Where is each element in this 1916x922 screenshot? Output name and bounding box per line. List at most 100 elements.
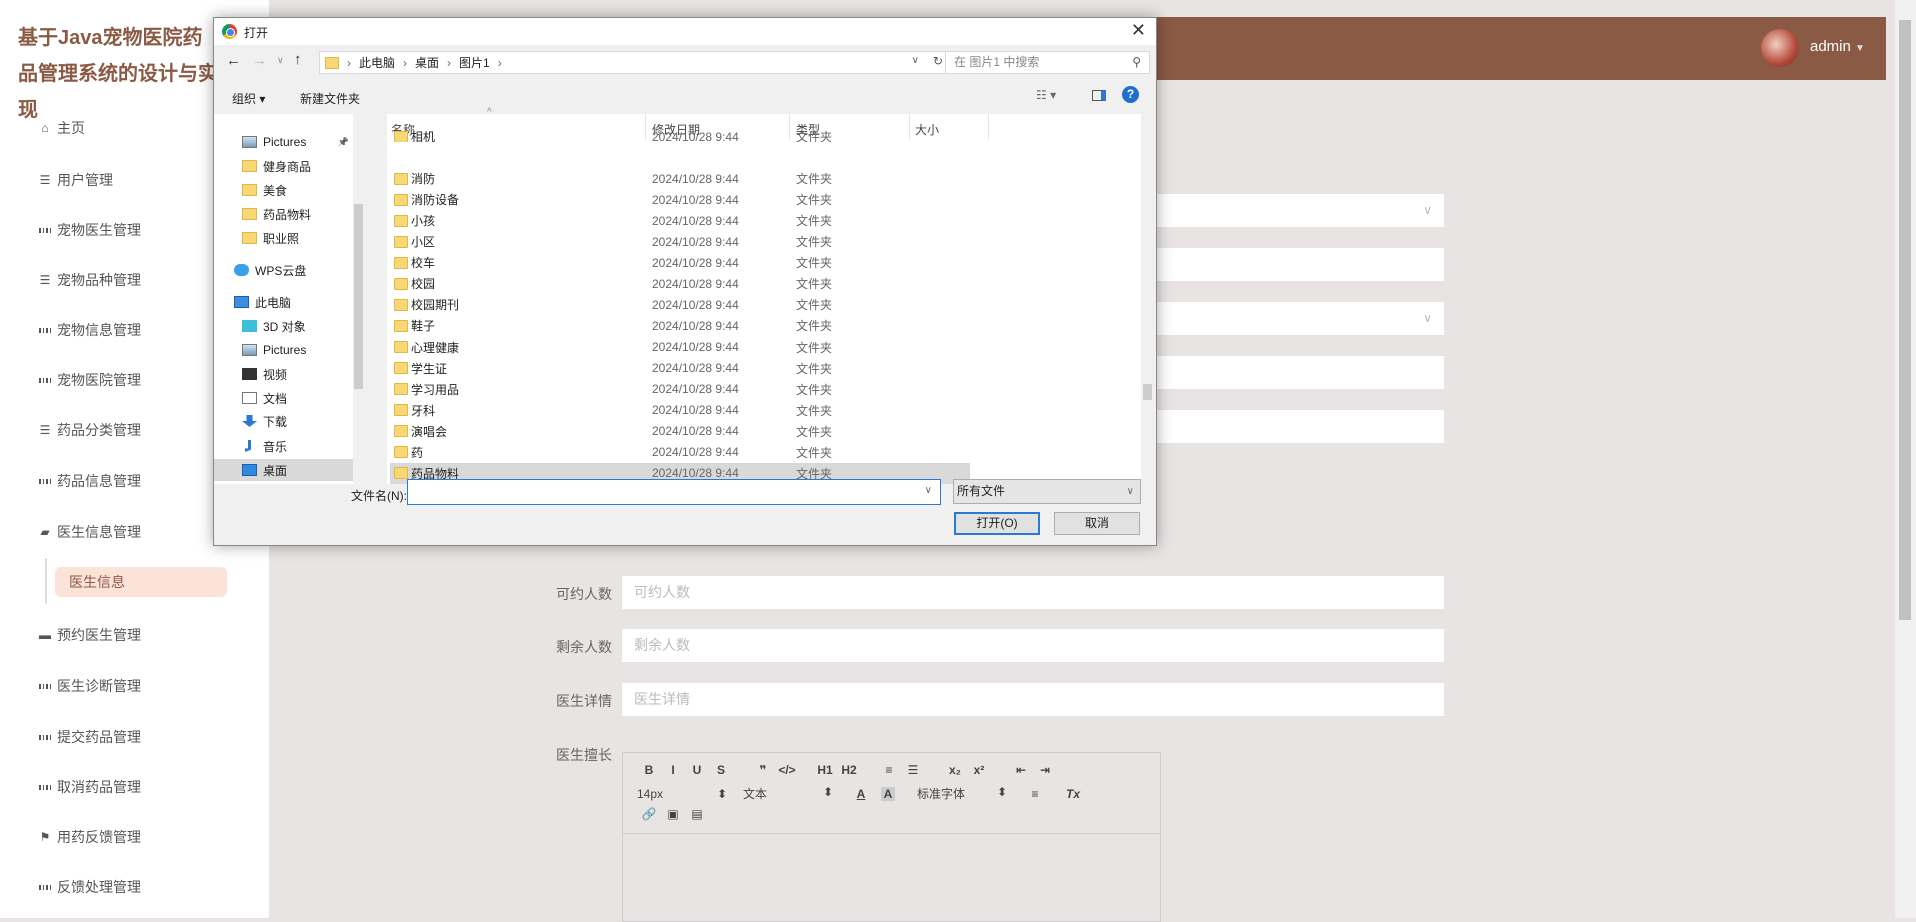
new-folder-button[interactable]: 新建文件夹: [300, 90, 360, 107]
sidebar-item[interactable]: 医生诊断管理: [39, 673, 141, 699]
toolbar-button[interactable]: B: [637, 763, 661, 777]
chevron-down-icon[interactable]: ∨: [925, 485, 932, 496]
file-row[interactable]: 鞋子 2024/10/28 9:44 文件夹: [390, 315, 970, 336]
nav-item[interactable]: 桌面: [214, 459, 353, 481]
nav-item[interactable]: 文档: [214, 387, 353, 409]
preview-pane-icon[interactable]: [1092, 90, 1106, 101]
toolbar-button[interactable]: ⇤: [1009, 763, 1033, 777]
filename-input[interactable]: ∨: [407, 479, 941, 505]
toolbar-button[interactable]: ≡: [877, 763, 901, 777]
font-size-select[interactable]: 14px ⬍: [637, 787, 727, 801]
toolbar-button[interactable]: ❞: [751, 763, 775, 777]
cancel-button[interactable]: 取消: [1054, 512, 1140, 535]
background-color-icon[interactable]: A: [881, 786, 895, 801]
file-row[interactable]: 学习用品 2024/10/28 9:44 文件夹: [390, 379, 970, 400]
nav-item[interactable]: Pictures 📌: [214, 131, 353, 153]
nav-item[interactable]: 此电脑: [214, 291, 353, 313]
file-row[interactable]: 学生证 2024/10/28 9:44 文件夹: [390, 358, 970, 379]
sidebar-item[interactable]: 宠物信息管理: [39, 317, 141, 343]
sidebar-item[interactable]: ⚑ 用药反馈管理: [39, 824, 141, 850]
user-menu[interactable]: admin ▼: [1810, 38, 1865, 55]
nav-item[interactable]: WPS云盘: [214, 259, 353, 281]
sidebar-item[interactable]: ☰ 药品分类管理: [39, 417, 141, 443]
toolbar-button[interactable]: </>: [775, 763, 799, 777]
sidebar-item[interactable]: 宠物医院管理: [39, 367, 141, 393]
nav-item[interactable]: 职业照: [214, 227, 353, 249]
toolbar-button[interactable]: H1: [813, 763, 837, 777]
video-icon[interactable]: ▤: [685, 807, 709, 821]
sidebar-item[interactable]: ☰ 宠物品种管理: [39, 267, 141, 293]
nav-item[interactable]: 药品物料: [214, 203, 353, 225]
toolbar-button[interactable]: x₂: [943, 763, 967, 777]
file-row[interactable]: 校园 2024/10/28 9:44 文件夹: [390, 273, 970, 294]
nav-scrollbar[interactable]: [353, 114, 364, 484]
file-list-scrollbar[interactable]: [1141, 114, 1154, 484]
sidebar-item[interactable]: ☰ 用户管理: [39, 167, 113, 193]
sidebar-item[interactable]: 药品信息管理: [39, 468, 141, 494]
sidebar-item[interactable]: ▬ 预约医生管理: [39, 622, 141, 648]
sidebar-item[interactable]: 宠物医生管理: [39, 217, 141, 243]
toolbar-button[interactable]: I: [661, 763, 685, 777]
font-color-icon[interactable]: A: [849, 787, 873, 801]
organize-button[interactable]: 组织 ▾: [232, 90, 265, 107]
link-icon[interactable]: 🔗: [637, 807, 661, 821]
file-row[interactable]: 心理健康 2024/10/28 9:44 文件夹: [390, 337, 970, 358]
toolbar-button[interactable]: H2: [837, 763, 861, 777]
toolbar-button[interactable]: U: [685, 763, 709, 777]
toolbar-button[interactable]: x²: [967, 763, 991, 777]
page-scrollbar[interactable]: [1895, 0, 1916, 918]
file-row[interactable]: 校园期刊 2024/10/28 9:44 文件夹: [390, 294, 970, 315]
breadcrumb-this-pc[interactable]: 此电脑: [359, 54, 395, 71]
sidebar-item[interactable]: ⌂ 主页: [39, 115, 85, 141]
up-icon[interactable]: ↑: [294, 51, 302, 68]
nav-item[interactable]: 音乐: [214, 435, 353, 457]
clear-format-icon[interactable]: Tx: [1061, 787, 1085, 801]
recent-chevron-icon[interactable]: ∨: [277, 55, 284, 66]
sidebar-item[interactable]: 反馈处理管理: [39, 874, 141, 900]
nav-item[interactable]: 美食: [214, 179, 353, 201]
file-row[interactable]: 小孩 2024/10/28 9:44 文件夹: [390, 210, 970, 231]
address-dropdown-icon[interactable]: ∨: [912, 55, 919, 66]
forward-icon[interactable]: →: [252, 52, 267, 69]
avatar[interactable]: [1761, 29, 1799, 67]
pin-icon[interactable]: 📌: [338, 137, 349, 148]
nav-item[interactable]: 视频: [214, 363, 353, 385]
file-row[interactable]: 相机 2024/10/28 9:44 文件夹: [390, 131, 970, 142]
open-button[interactable]: 打开(O): [954, 512, 1040, 535]
text-style-select[interactable]: 文本 ⬍: [743, 785, 833, 802]
file-row[interactable]: 小区 2024/10/28 9:44 文件夹: [390, 231, 970, 252]
file-row[interactable]: 校车 2024/10/28 9:44 文件夹: [390, 252, 970, 273]
file-row[interactable]: 牙科 2024/10/28 9:44 文件夹: [390, 400, 970, 421]
back-icon[interactable]: ←: [226, 52, 241, 69]
address-bar[interactable]: › 此电脑 › 桌面 › 图片1 › ∨ ↻: [319, 51, 950, 74]
nav-item[interactable]: Pictures: [214, 339, 353, 361]
nav-item[interactable]: 健身商品: [214, 155, 353, 177]
bookable-count-input[interactable]: 可约人数: [622, 576, 1444, 609]
file-row[interactable]: 演唱会 2024/10/28 9:44 文件夹: [390, 421, 970, 442]
align-icon[interactable]: ≡: [1023, 787, 1047, 801]
file-row[interactable]: 药 2024/10/28 9:44 文件夹: [390, 442, 970, 463]
toolbar-button[interactable]: ☰: [901, 763, 925, 777]
sidebar-item[interactable]: 取消药品管理: [39, 774, 141, 800]
file-row[interactable]: 消防 2024/10/28 9:44 文件夹: [390, 168, 970, 189]
close-icon[interactable]: ✕: [1131, 20, 1146, 41]
toolbar-button[interactable]: S: [709, 763, 733, 777]
view-options-icon[interactable]: ☷ ▾: [1036, 88, 1056, 102]
sidebar-item[interactable]: ▰ 医生信息管理: [39, 519, 141, 545]
search-input[interactable]: 在 图片1 中搜索 ⚲: [945, 51, 1150, 74]
sidebar-subitem-doctor-info[interactable]: 医生信息: [55, 567, 227, 597]
image-icon[interactable]: ▣: [661, 807, 685, 821]
font-family-select[interactable]: 标准字体 ⬍: [917, 785, 1007, 802]
remaining-count-input[interactable]: 剩余人数: [622, 629, 1444, 662]
nav-item[interactable]: 下载: [214, 410, 353, 432]
refresh-icon[interactable]: ↻: [933, 54, 943, 68]
rich-text-editor[interactable]: B I U S ❞ </> H1 H2 ≡ ☰ x₂ x² ⇤ ⇥ 14px ⬍ 文本 ⬍ A A 标准字体 ⬍…: [622, 752, 1161, 922]
nav-item[interactable]: 3D 对象: [214, 315, 353, 337]
toolbar-button[interactable]: ⇥: [1033, 763, 1057, 777]
breadcrumb-desktop[interactable]: 桌面: [415, 54, 439, 71]
sidebar-item[interactable]: 提交药品管理: [39, 724, 141, 750]
filetype-select[interactable]: 所有文件 ∨: [953, 479, 1141, 504]
file-row[interactable]: 消防设备 2024/10/28 9:44 文件夹: [390, 189, 970, 210]
doctor-detail-input[interactable]: 医生详情: [622, 683, 1444, 716]
breadcrumb-pictures1[interactable]: 图片1: [459, 54, 490, 71]
